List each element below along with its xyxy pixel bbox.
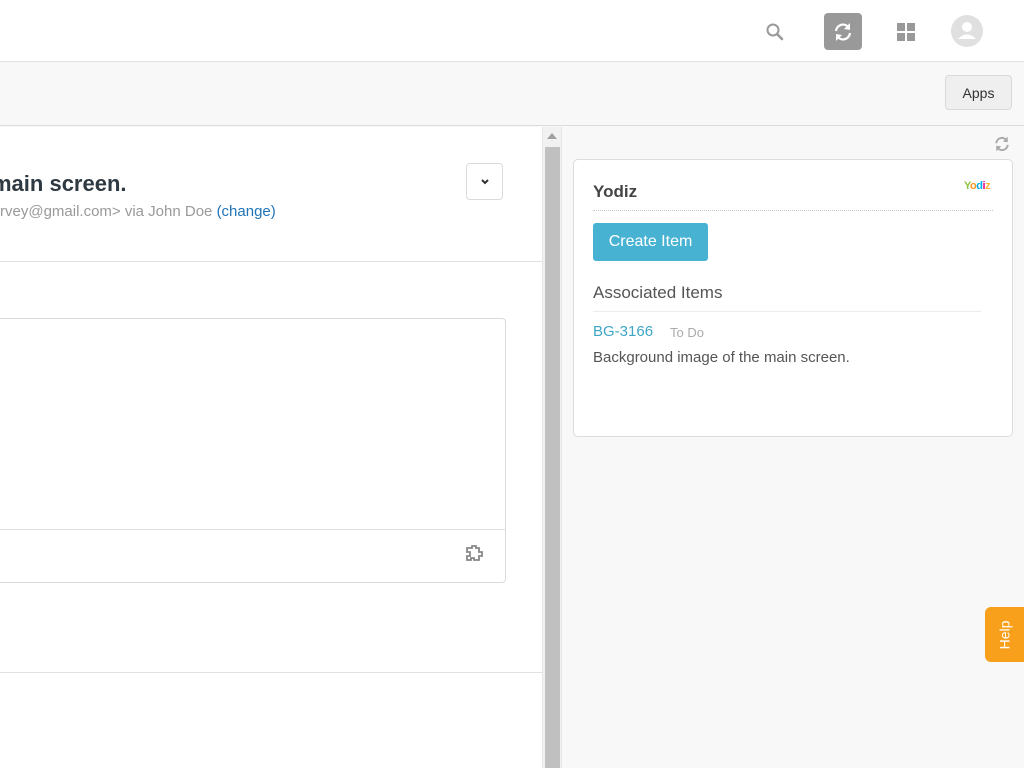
ticket-title: main screen.	[0, 171, 127, 197]
yodiz-logo: Yodiz	[964, 180, 991, 192]
sender-text: rvey@gmail.com> via John Doe	[0, 203, 217, 220]
user-avatar-icon	[958, 22, 976, 39]
change-requester-link[interactable]: (change)	[217, 203, 276, 220]
sub-toolbar: Apps	[0, 62, 1024, 126]
divider	[593, 311, 981, 312]
puzzle-icon	[466, 545, 483, 561]
apps-sidebar: Yodiz Yodiz Create Item Associated Items…	[563, 127, 1024, 768]
sync-icon	[834, 22, 852, 41]
associated-item-link[interactable]: BG-3166	[593, 323, 653, 340]
ticket-title-text: main screen.	[0, 171, 127, 196]
create-item-button[interactable]: Create Item	[593, 223, 708, 261]
help-button[interactable]: Help	[985, 607, 1024, 662]
search-button[interactable]	[756, 13, 794, 50]
sync-button[interactable]	[824, 13, 862, 50]
ticket-pane: main screen. rvey@gmail.com> via John Do…	[0, 127, 542, 768]
divider	[0, 672, 542, 673]
associated-item-description: Background image of the main screen.	[593, 349, 850, 366]
divider	[593, 210, 993, 211]
divider	[0, 261, 542, 262]
user-avatar[interactable]	[951, 15, 983, 47]
editor-toolbar	[0, 529, 505, 582]
app-name: Yodiz	[593, 182, 638, 201]
apps-grid-icon	[897, 22, 915, 41]
yodiz-app-card: Yodiz Yodiz Create Item Associated Items…	[573, 159, 1013, 437]
ticket-sender: rvey@gmail.com> via John Doe (change)	[0, 203, 276, 220]
associated-item-status: To Do	[670, 325, 704, 340]
apps-button[interactable]: Apps	[945, 75, 1012, 110]
help-label: Help	[996, 620, 1013, 649]
apps-grid-button[interactable]	[887, 13, 925, 50]
refresh-icon	[995, 136, 1009, 152]
associated-items-heading: Associated Items	[593, 283, 723, 302]
apps-tray-button[interactable]	[465, 545, 487, 570]
search-icon	[766, 23, 784, 40]
ticket-options-button[interactable]	[466, 163, 503, 200]
refresh-apps-button[interactable]	[993, 135, 1011, 158]
top-bar	[0, 0, 1024, 62]
scroll-thumb[interactable]	[545, 147, 560, 768]
main-scrollbar[interactable]	[542, 127, 562, 768]
chevron-down-icon	[480, 178, 489, 184]
scroll-up-arrow[interactable]	[547, 133, 557, 139]
comment-editor[interactable]	[0, 318, 506, 583]
